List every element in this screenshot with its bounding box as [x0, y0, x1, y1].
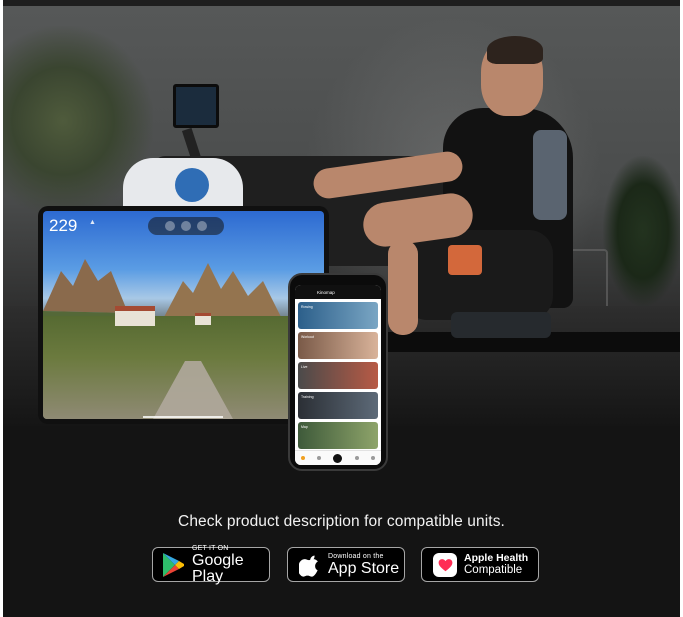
apple-health-title: Apple Health — [464, 551, 529, 564]
tablet-video-controls — [148, 217, 224, 235]
tablet-screen: 229 ▲ — [43, 211, 324, 419]
plant-right — [603, 156, 680, 306]
phone-content-card: Live — [298, 362, 378, 389]
forward-icon — [197, 221, 207, 231]
phone-content-card: Map — [298, 422, 378, 449]
app-store-badge[interactable]: Download on the App Store — [287, 547, 405, 582]
play-icon — [333, 453, 343, 463]
google-play-big-text: Google Play — [192, 551, 244, 585]
rewind-icon — [165, 221, 175, 231]
apple-logo-icon — [299, 555, 318, 577]
phone-screen: Kinomap Rowing Workout Live Training Map — [295, 285, 381, 465]
tablet-metric-value: 229 — [49, 216, 78, 235]
phone-content-card: Training — [298, 392, 378, 419]
tablet-progress-bar — [143, 416, 223, 418]
search-icon — [317, 456, 322, 460]
app-store-small-text: Download on the — [328, 552, 384, 560]
tablet-mockup: 229 ▲ — [38, 206, 329, 424]
app-store-big-text: App Store — [328, 559, 400, 577]
apple-health-heart-icon — [433, 552, 457, 577]
google-play-badge[interactable]: GET IT ON Google Play — [152, 544, 270, 585]
phone-content-card: Rowing — [298, 302, 378, 329]
promo-banner: 229 ▲ Kinomap Rowing Workout Live Traini… — [3, 0, 680, 617]
phone-mockup: Kinomap Rowing Workout Live Training Map — [288, 273, 388, 471]
stats-icon — [354, 456, 359, 460]
tablet-metric-unit: ▲ — [89, 219, 96, 226]
phone-bottom-nav — [295, 450, 381, 465]
google-play-icon — [163, 552, 184, 577]
menu-icon — [370, 456, 375, 460]
rower-monitor — [173, 84, 219, 128]
compatibility-note: Check product description for compatible… — [178, 513, 505, 530]
apple-health-subtitle: Compatible — [464, 564, 523, 576]
google-play-small-text: GET IT ON — [192, 544, 229, 552]
home-icon — [301, 456, 306, 460]
rower-logo — [175, 168, 209, 202]
mountain-hut — [115, 306, 155, 326]
rower-seat — [451, 312, 551, 338]
pause-icon — [181, 221, 191, 231]
athlete-shorts — [403, 230, 553, 320]
phone-content-card: Workout — [298, 332, 378, 359]
apple-health-badge[interactable]: Apple Health Compatible — [421, 547, 539, 582]
phone-app-header: Kinomap — [295, 285, 381, 299]
